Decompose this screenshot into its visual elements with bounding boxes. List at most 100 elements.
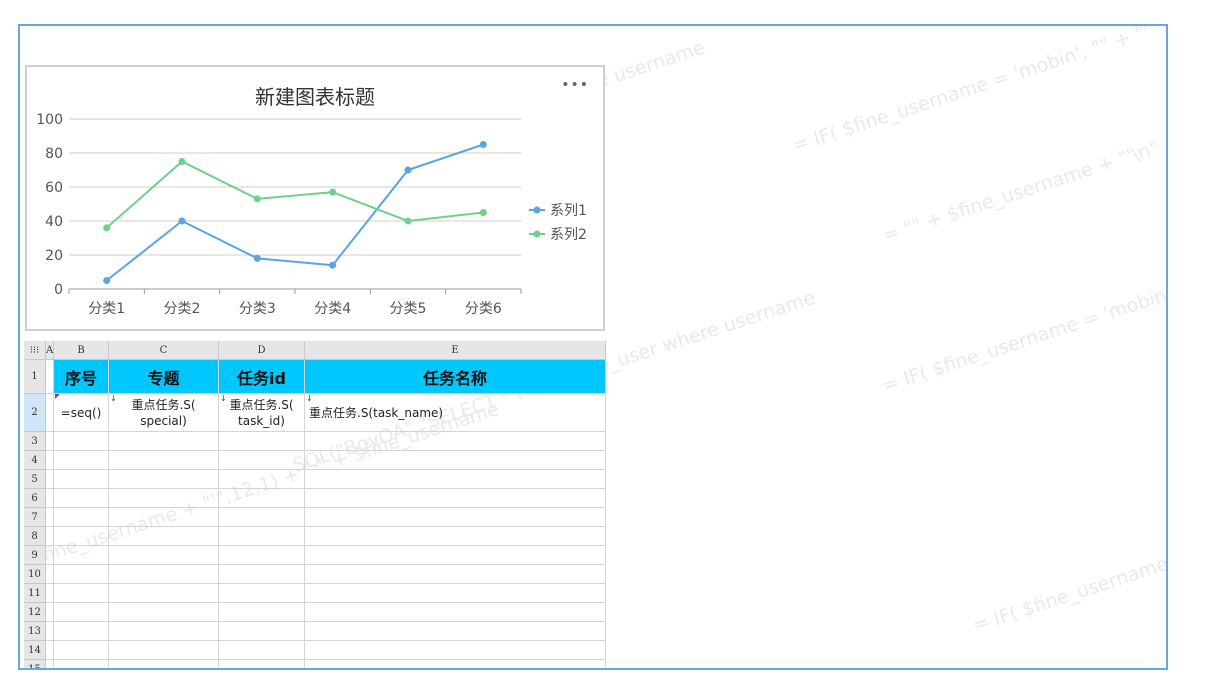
sheet-cell[interactable]	[109, 451, 219, 470]
sheet-cell[interactable]	[46, 451, 54, 470]
sheet-cell[interactable]	[46, 489, 54, 508]
sheet-cell[interactable]	[305, 660, 606, 668]
sheet-cell[interactable]	[109, 622, 219, 641]
sheet-cell[interactable]	[219, 489, 305, 508]
sheet-cell[interactable]	[305, 546, 606, 565]
sheet-cell[interactable]	[54, 508, 109, 527]
row-header[interactable]: 12	[24, 603, 46, 622]
sheet-cell[interactable]	[219, 641, 305, 660]
sheet-cell[interactable]	[109, 432, 219, 451]
sheet-cell[interactable]	[46, 360, 54, 394]
sheet-cell[interactable]	[219, 527, 305, 546]
sheet-cell[interactable]	[219, 470, 305, 489]
sheet-cell[interactable]	[109, 584, 219, 603]
row-header[interactable]: 9	[24, 546, 46, 565]
sheet-cell[interactable]	[54, 660, 109, 668]
col-header-b[interactable]: B	[54, 341, 109, 360]
formula-cell-seq[interactable]: =seq()	[54, 394, 109, 432]
header-cell-seq[interactable]: 序号	[54, 360, 109, 394]
sheet-cell[interactable]	[305, 432, 606, 451]
sheet-cell[interactable]	[109, 508, 219, 527]
sheet-cell[interactable]	[54, 470, 109, 489]
sheet-cell[interactable]	[109, 489, 219, 508]
sheet-cell[interactable]	[54, 584, 109, 603]
sheet-cell[interactable]	[46, 584, 54, 603]
sheet-cell[interactable]	[219, 660, 305, 668]
sheet-cell[interactable]	[46, 394, 54, 432]
col-header-a[interactable]: A	[46, 341, 54, 360]
sheet-cell[interactable]	[109, 546, 219, 565]
sheet-cell[interactable]	[54, 565, 109, 584]
sheet-cell[interactable]	[305, 451, 606, 470]
formula-text: 重点任务.S(task_name)	[309, 405, 444, 420]
sheet-cell[interactable]	[54, 641, 109, 660]
y-tick-label: 80	[45, 146, 63, 162]
sheet-cell[interactable]	[46, 603, 54, 622]
sheet-cell[interactable]	[46, 660, 54, 668]
sheet-cell[interactable]	[54, 603, 109, 622]
sheet-cell[interactable]	[305, 584, 606, 603]
sheet-cell[interactable]	[219, 622, 305, 641]
row-header[interactable]: 8	[24, 527, 46, 546]
sheet-cell[interactable]	[219, 451, 305, 470]
header-cell-task-name[interactable]: 任务名称	[305, 360, 606, 394]
header-cell-task-id[interactable]: 任务id	[219, 360, 305, 394]
formula-cell-task-id[interactable]: ↓ 重点任务.S(task_id)	[219, 394, 305, 432]
sheet-cell[interactable]	[305, 508, 606, 527]
report-frame: $fine_username + "'" + " + '\n' + TODAY(…	[18, 24, 1168, 670]
row-header[interactable]: 5	[24, 470, 46, 489]
row-header[interactable]: 14	[24, 641, 46, 660]
sheet-cell[interactable]	[54, 451, 109, 470]
sheet-cell[interactable]	[219, 546, 305, 565]
sheet-cell[interactable]	[219, 603, 305, 622]
sheet-cell[interactable]	[219, 584, 305, 603]
col-header-d[interactable]: D	[219, 341, 305, 360]
sheet-cell[interactable]	[305, 489, 606, 508]
sheet-cell[interactable]	[109, 527, 219, 546]
sheet-cell[interactable]	[109, 641, 219, 660]
row-header[interactable]: 13	[24, 622, 46, 641]
sheet-cell[interactable]	[46, 641, 54, 660]
sheet-cell[interactable]	[54, 546, 109, 565]
sheet-cell[interactable]	[54, 527, 109, 546]
sheet-cell[interactable]	[46, 508, 54, 527]
header-cell-special[interactable]: 专题	[109, 360, 219, 394]
sheet-cell[interactable]	[219, 565, 305, 584]
sheet-cell[interactable]	[46, 546, 54, 565]
sheet-cell[interactable]	[305, 527, 606, 546]
sheet-cell[interactable]	[219, 432, 305, 451]
formula-cell-task-name[interactable]: ↓ 重点任务.S(task_name)	[305, 394, 606, 432]
row-header[interactable]: 4	[24, 451, 46, 470]
sheet-cell[interactable]	[46, 622, 54, 641]
sheet-cell[interactable]	[54, 489, 109, 508]
row-header[interactable]: 11	[24, 584, 46, 603]
sheet-cell[interactable]	[305, 622, 606, 641]
formula-cell-special[interactable]: ↓ 重点任务.S(special)	[109, 394, 219, 432]
sheet-cell[interactable]	[305, 565, 606, 584]
row-header[interactable]: 6	[24, 489, 46, 508]
row-header[interactable]: 2	[24, 394, 46, 432]
sheet-cell[interactable]	[46, 432, 54, 451]
col-header-c[interactable]: C	[109, 341, 219, 360]
sheet-cell[interactable]	[54, 622, 109, 641]
cell-flag-icon	[55, 394, 60, 399]
sheet-cell[interactable]	[46, 527, 54, 546]
row-header[interactable]: 1	[24, 360, 46, 394]
sheet-cell[interactable]	[305, 470, 606, 489]
sheet-cell[interactable]	[54, 432, 109, 451]
row-header[interactable]: 3	[24, 432, 46, 451]
sheet-cell[interactable]	[219, 508, 305, 527]
sheet-cell[interactable]	[46, 470, 54, 489]
sheet-corner[interactable]: ⁝⁝⁝	[24, 341, 46, 360]
row-header[interactable]: 15	[24, 660, 46, 668]
sheet-cell[interactable]	[109, 565, 219, 584]
sheet-cell[interactable]	[46, 565, 54, 584]
sheet-cell[interactable]	[305, 603, 606, 622]
row-header[interactable]: 7	[24, 508, 46, 527]
sheet-cell[interactable]	[109, 470, 219, 489]
sheet-cell[interactable]	[109, 603, 219, 622]
col-header-e[interactable]: E	[305, 341, 606, 360]
row-header[interactable]: 10	[24, 565, 46, 584]
sheet-cell[interactable]	[109, 660, 219, 668]
sheet-cell[interactable]	[305, 641, 606, 660]
